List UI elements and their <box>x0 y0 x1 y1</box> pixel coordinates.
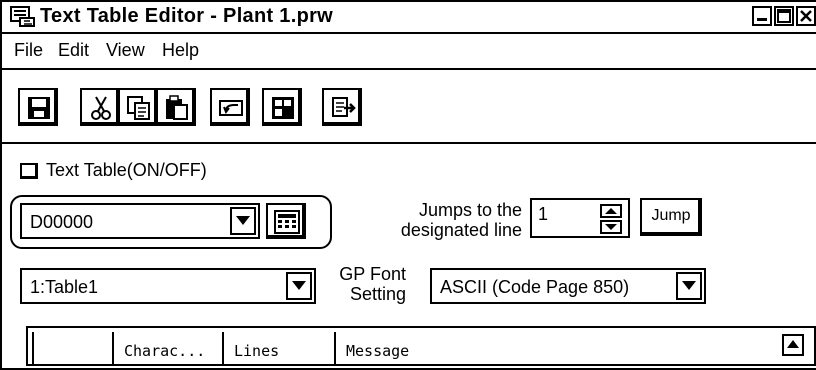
cut-button[interactable] <box>80 88 120 126</box>
gp-font-dropdown-button[interactable] <box>676 272 702 300</box>
copy-button[interactable] <box>118 88 158 126</box>
minimize-icon <box>757 18 767 21</box>
text-table-checkbox[interactable] <box>20 162 38 179</box>
window-title: Text Table Editor - Plant 1.prw <box>40 5 334 27</box>
address-combo[interactable]: D00000 <box>20 203 260 239</box>
window-controls <box>752 6 816 26</box>
menu-view[interactable]: View <box>106 40 145 61</box>
address-value: D00000 <box>30 212 94 232</box>
close-button[interactable] <box>796 6 816 26</box>
keypad-button[interactable] <box>266 203 306 239</box>
paste-button[interactable] <box>156 88 196 126</box>
gp-font-value: ASCII (Code Page 850) <box>440 277 630 297</box>
toolbar <box>2 70 816 144</box>
menu-file[interactable]: File <box>14 40 43 61</box>
text-table-toggle[interactable]: Text Table(ON/OFF) <box>20 160 207 181</box>
jump-label-line2: designated line <box>400 220 522 240</box>
gp-font-label-line1: GP Font <box>339 264 406 284</box>
table-select-value: 1:Table1 <box>30 277 99 297</box>
text-table-label: Text Table(ON/OFF) <box>46 160 207 180</box>
column-header-index[interactable] <box>32 332 112 366</box>
jump-label-line1: Jumps to the <box>418 200 522 220</box>
undo-button[interactable] <box>210 88 250 126</box>
menu-help[interactable]: Help <box>162 40 199 61</box>
gp-font-label: GP Font Setting <box>324 264 406 304</box>
maximize-icon <box>777 9 791 23</box>
close-icon <box>800 10 812 22</box>
column-header-message[interactable]: Message <box>334 332 774 366</box>
spinner-down-button[interactable] <box>600 220 622 234</box>
column-header-characters[interactable]: Charac... <box>112 332 222 366</box>
jump-button[interactable]: Jump <box>640 198 702 236</box>
minimize-button[interactable] <box>752 6 772 26</box>
title-bar[interactable]: Text Table Editor - Plant 1.prw <box>2 2 816 34</box>
address-dropdown-button[interactable] <box>230 207 256 235</box>
menu-bar: File Edit View Help <box>2 34 816 70</box>
undo-icon <box>219 100 243 116</box>
table-select-combo[interactable]: 1:Table1 <box>20 268 316 304</box>
menu-view-label: View <box>106 40 145 60</box>
gp-font-label-line2: Setting <box>349 284 406 304</box>
maximize-button[interactable] <box>774 6 794 26</box>
table-icon <box>272 97 294 119</box>
export-button[interactable] <box>322 88 362 126</box>
export-icon <box>332 97 356 117</box>
menu-edit[interactable]: Edit <box>58 40 89 61</box>
scroll-up-button[interactable] <box>782 334 804 356</box>
save-button[interactable] <box>18 88 58 126</box>
table-select-dropdown-button[interactable] <box>286 272 312 300</box>
menu-help-label: Help <box>162 40 200 60</box>
column-header-lines[interactable]: Lines <box>222 332 334 366</box>
jump-line-value: 1 <box>538 204 549 224</box>
menu-file-label: File <box>14 40 44 60</box>
menu-edit-label: Edit <box>58 40 90 60</box>
save-icon <box>28 97 50 119</box>
copy-icon <box>127 96 150 120</box>
table-button[interactable] <box>262 88 302 126</box>
spinner-up-button[interactable] <box>600 204 622 218</box>
gp-font-combo[interactable]: ASCII (Code Page 850) <box>430 268 706 304</box>
jump-line-spinner[interactable]: 1 <box>530 198 630 238</box>
text-table-editor-window: Text Table Editor - Plant 1.prw File Edi… <box>0 0 816 370</box>
app-icon <box>10 6 35 27</box>
jump-label: Jumps to the designated line <box>382 200 522 240</box>
cut-icon <box>91 96 111 120</box>
keypad-icon <box>274 210 300 234</box>
table-header-row: Charac... Lines Message <box>26 326 816 366</box>
editor-panel: Text Table(ON/OFF) D00000 Jumps to the d… <box>2 144 816 368</box>
paste-icon <box>166 95 188 120</box>
